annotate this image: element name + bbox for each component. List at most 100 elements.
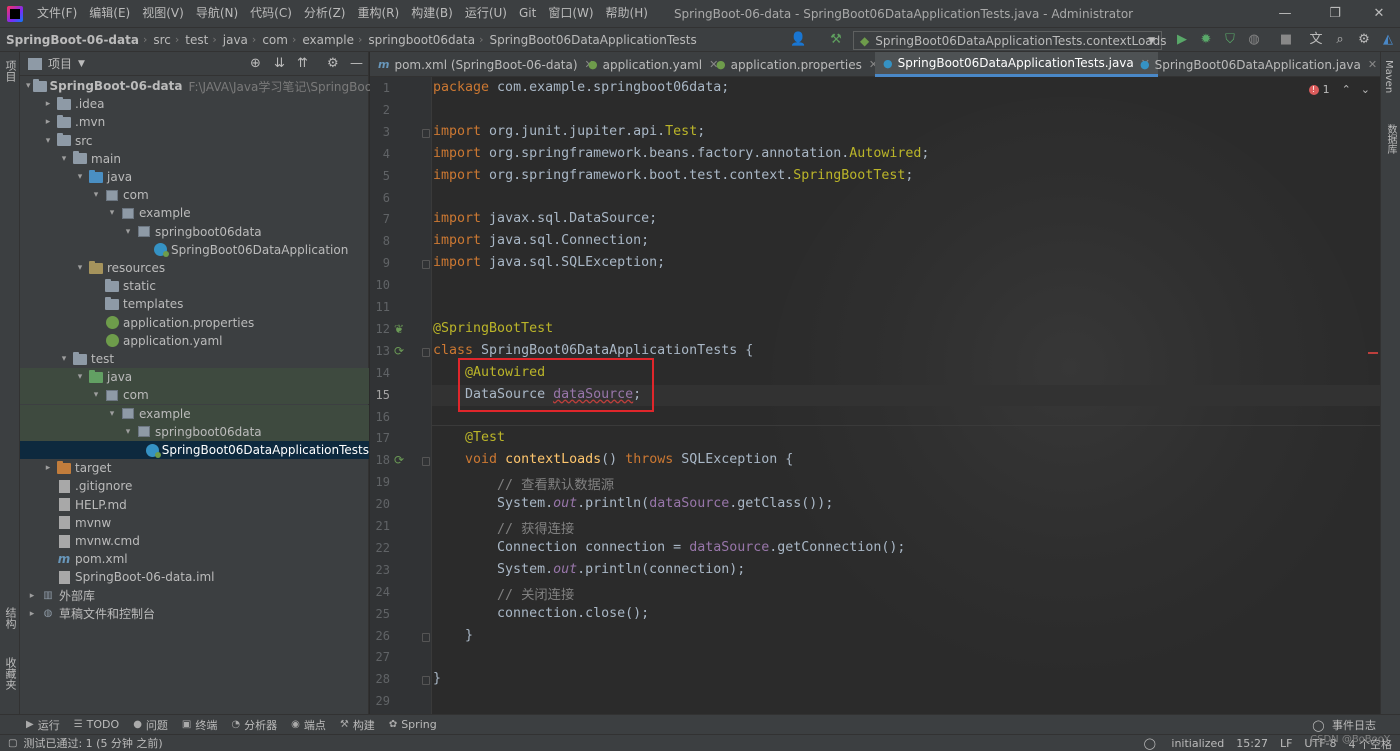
code-line[interactable]: // 获得连接 [433,518,574,537]
tree-item[interactable]: ▾ com [20,386,369,405]
chevron-down-icon[interactable]: ▾ [26,81,31,91]
bottom-tool-button[interactable]: ◔ 分析器 [231,717,277,733]
bottom-tool-button[interactable]: ✿ Spring [389,717,437,733]
tree-item[interactable]: ▾ example [20,404,369,423]
chevron-down-icon[interactable]: ▾ [74,263,86,273]
code-line[interactable]: } [433,671,441,686]
initialized-status[interactable]: ◯ initialized [1144,737,1225,750]
tree-item[interactable]: ▾ example [20,204,369,222]
bottom-tool-button[interactable]: ◉ 端点 [291,717,326,733]
expand-all-icon[interactable]: ⇊ [274,56,285,71]
fold-marker-icon[interactable] [422,632,430,642]
code-line[interactable]: package com.example.springboot06data; [433,80,729,95]
code-line[interactable]: import org.junit.jupiter.api.Test; [433,124,705,139]
menu-item[interactable]: 重构(R) [352,0,406,27]
line-separator[interactable]: LF [1280,737,1292,750]
tree-item[interactable]: ▾ java [20,168,369,186]
code-line[interactable]: import java.sql.Connection; [433,233,649,248]
bottom-tool-button[interactable]: ▣ 终端 [182,717,217,733]
hide-panel-icon[interactable]: — [350,56,363,71]
structure-tool-tab[interactable]: 结构 [2,607,18,629]
translate-icon[interactable]: 文 [1308,32,1324,48]
menu-item[interactable]: 视图(V) [136,0,190,27]
breadcrumb-item[interactable]: example [296,33,358,47]
settings-gear-icon[interactable]: ⚙ [1356,32,1372,48]
code-line[interactable]: class SpringBoot06DataApplicationTests { [433,343,753,358]
search-icon[interactable]: ⌕ [1332,32,1348,48]
tree-item[interactable]: ▾ springboot06data [20,422,369,441]
run-config-select[interactable]: ◆ SpringBoot06DataApplicationTests.conte… [853,31,1167,50]
tree-item[interactable]: ▾ springboot06data [20,223,369,241]
profile-icon[interactable]: ◍ [1246,32,1262,48]
chevron-down-icon[interactable]: ▾ [74,172,86,182]
chevron-right-icon[interactable]: ▸ [26,591,38,601]
chevron-down-icon[interactable]: ▾ [58,154,70,164]
code-line[interactable]: @Test [433,430,505,445]
tree-item[interactable]: ▸ target [20,459,369,477]
menu-item[interactable]: 分析(Z) [298,0,352,27]
chevron-down-icon[interactable]: ▾ [106,409,118,419]
tree-item[interactable]: SpringBoot06DataApplication [20,241,369,259]
fold-marker-icon[interactable] [422,128,430,138]
tree-item[interactable]: SpringBoot-06-data.iml [20,568,369,586]
tree-item[interactable]: HELP.md [20,496,369,514]
status-message[interactable]: 测试已通过: 1 (5 分钟 之前) [23,735,162,751]
menu-item[interactable]: 导航(N) [190,0,244,27]
bottom-tool-button[interactable]: ⚒ 构建 [340,717,375,733]
tree-item[interactable]: application.yaml [20,332,369,350]
locate-icon[interactable]: ⊕ [250,56,261,71]
menu-item[interactable]: 编辑(E) [83,0,136,27]
editor-tab[interactable]: m pom.xml (SpringBoot-06-data) ✕ [370,52,602,77]
editor-tab[interactable]: ● SpringBoot06DataApplicationTests.java ✕ [875,52,1158,77]
tree-item[interactable]: ▾ main [20,150,369,168]
code-line[interactable]: // 查看默认数据源 [433,474,614,493]
code-line[interactable]: System.out.println(connection); [433,562,745,577]
breadcrumb-item[interactable]: src [147,33,175,47]
build-hammer-icon[interactable]: ⚒ [828,32,844,48]
tree-item[interactable]: ▾ resources [20,259,369,277]
breadcrumb-item[interactable]: SpringBoot-06-data [0,33,143,47]
fold-marker-icon[interactable] [422,676,430,686]
previous-highlight-icon[interactable]: ⌃ [1342,83,1351,96]
code-line[interactable]: import org.springframework.boot.test.con… [433,168,913,183]
project-panel-title[interactable]: 项目 [48,55,72,72]
code-line[interactable]: import org.springframework.beans.factory… [433,146,929,161]
maximize-icon[interactable]: ❐ [1312,0,1358,27]
fold-marker-icon[interactable] [422,457,430,467]
tree-item[interactable]: ▸ .mvn [20,113,369,131]
run-test-icon[interactable]: ⟳ [394,344,408,358]
tree-item[interactable]: .gitignore [20,477,369,495]
debug-icon[interactable]: ✹ [1198,32,1214,48]
tree-item[interactable]: ▸ ◍ 草稿文件和控制台 [20,605,369,623]
tree-item[interactable]: m pom.xml [20,550,369,568]
chevron-down-icon[interactable]: ▾ [90,390,102,400]
tree-item[interactable]: ▾ com [20,186,369,204]
favorites-tool-tab[interactable]: 收藏夹 [2,657,18,690]
status-layout-icon[interactable]: ▢ [8,738,17,749]
tree-item[interactable]: ▾ SpringBoot-06-data F:\JAVA\Java学习笔记\Spri… [20,77,395,95]
tree-item[interactable]: mvnw [20,514,369,532]
project-tool-tab[interactable]: 项目 [2,60,18,82]
code-line[interactable]: // 关闭连接 [433,584,574,603]
code-editor[interactable]: 1 2 3 4 5 6 7 8 9 10 11 12 13 14 15 16 17 18 19 20 21 22 23 24 2… [370,77,1380,714]
breadcrumb-item[interactable]: com [256,33,292,47]
fold-marker-icon[interactable] [422,260,430,270]
fold-marker-icon[interactable] [422,347,430,357]
tree-item[interactable]: ▾ java [20,368,369,387]
code-line[interactable]: connection.close(); [433,606,649,621]
bottom-tool-button[interactable]: ● 问题 [133,717,168,733]
code-line[interactable]: void contextLoads() throws SQLException … [433,452,793,467]
menu-item[interactable]: 文件(F) [31,0,83,27]
tree-item[interactable]: ▸ ▥ 外部库 [20,587,369,605]
menu-item[interactable]: 代码(C) [244,0,298,27]
plugin-icon[interactable]: ◭ [1380,32,1396,48]
menu-item[interactable]: 帮助(H) [600,0,654,27]
close-icon[interactable]: ✕ [1356,0,1400,27]
chevron-down-icon[interactable]: ▾ [42,136,54,146]
tree-item[interactable]: ▾ src [20,132,369,150]
breadcrumb-item[interactable]: springboot06data [362,33,479,47]
maven-tool-tab[interactable]: Maven [1383,60,1394,93]
tree-item[interactable]: ▾ test [20,350,369,368]
minimize-icon[interactable]: — [1262,0,1308,27]
chevron-down-icon[interactable]: ▾ [90,190,102,200]
